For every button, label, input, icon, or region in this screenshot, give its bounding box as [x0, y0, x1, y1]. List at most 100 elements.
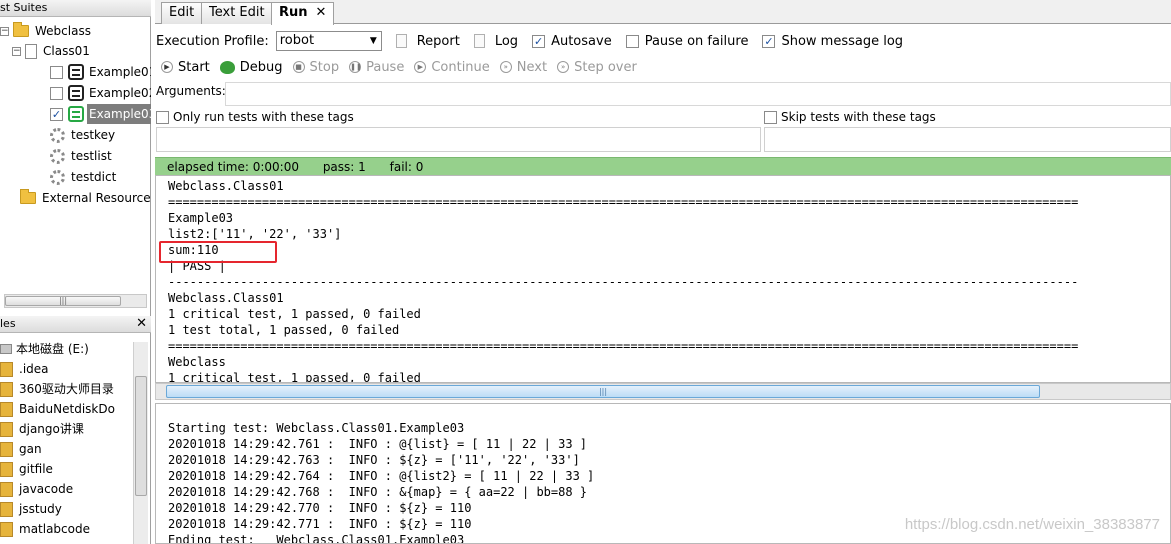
step-over-icon: »	[557, 61, 570, 73]
bug-icon	[219, 60, 235, 74]
robot-test-icon	[68, 85, 84, 101]
file-item-baidunetdisk[interactable]: BaiduNetdiskDo	[0, 399, 115, 419]
tree-node-testkey[interactable]: testkey	[50, 125, 117, 145]
log-icon	[473, 34, 485, 48]
fail-count: fail: 0	[389, 160, 424, 174]
files-vertical-scrollbar[interactable]	[133, 342, 148, 544]
files-header: les ✕	[0, 316, 151, 333]
tree-node-webclass[interactable]: − Webclass	[0, 21, 93, 41]
tree-node-example02[interactable]: Example02	[50, 83, 151, 103]
exclude-tags-input[interactable]	[764, 127, 1171, 152]
file-item-matlabcode[interactable]: matlabcode	[0, 519, 90, 539]
file-browser: 本地磁盘 (E:) .idea 360驱动大师目录 BaiduNetdiskDo…	[0, 333, 151, 544]
tree-node-testlist[interactable]: testlist	[50, 146, 114, 166]
run-controls: ▶ Start Debug ■ Stop ❚❚ Pause ▶ Continue » Ne…	[155, 56, 1171, 78]
run-status-bar: elapsed time: 0:00:00 pass: 1 fail: 0	[155, 157, 1171, 175]
file-item-jsstudy[interactable]: jsstudy	[0, 499, 62, 519]
file-item-360[interactable]: 360驱动大师目录	[0, 379, 114, 399]
gear-icon	[50, 148, 65, 164]
drive-icon	[0, 344, 12, 354]
folder-icon	[13, 22, 29, 37]
tree-node-example03[interactable]: ✓ Example03	[50, 104, 151, 124]
step-over-button[interactable]: » Step over	[557, 60, 637, 75]
debug-button[interactable]: Debug	[219, 60, 283, 75]
file-item-idea[interactable]: .idea	[0, 359, 49, 379]
message-log-text: Starting test: Webclass.Class01.Example0…	[168, 421, 595, 544]
collapse-icon[interactable]: −	[0, 26, 9, 36]
file-item-javacode[interactable]: javacode	[0, 479, 73, 499]
file-item-django[interactable]: django讲课	[0, 419, 84, 439]
next-icon: »	[499, 61, 512, 73]
tree-node-example01[interactable]: Example01	[50, 62, 151, 82]
close-icon[interactable]: ✕	[136, 316, 147, 331]
tree-node-external-resources[interactable]: External Resources	[20, 188, 151, 208]
tab-run[interactable]: Run ✕	[271, 2, 335, 25]
folder-icon	[0, 421, 13, 437]
tab-text-edit[interactable]: Text Edit	[201, 2, 273, 24]
execution-profile-select[interactable]: robot ▼	[275, 31, 382, 51]
scrollbar-thumb[interactable]	[135, 376, 147, 496]
continue-icon: ▶	[414, 61, 427, 73]
tab-edit[interactable]: Edit	[161, 2, 203, 24]
checkbox-unchecked[interactable]	[625, 34, 639, 48]
tab-bar: Edit Text Edit Run ✕	[155, 0, 1171, 25]
only-run-tags-checkbox[interactable]: Only run tests with these tags	[156, 109, 354, 125]
console-horizontal-scrollbar[interactable]: |||	[155, 383, 1171, 400]
stop-button[interactable]: ■ Stop	[292, 60, 339, 75]
include-tags-input[interactable]	[156, 127, 761, 152]
checkbox-unchecked[interactable]	[156, 110, 169, 124]
report-button[interactable]: Report	[395, 34, 460, 49]
play-icon: ▶	[161, 61, 173, 73]
execution-toolbar: Execution Profile: robot ▼ Report Log ✓ A…	[155, 28, 1171, 54]
checkbox-unchecked[interactable]	[764, 110, 777, 124]
example01-checkbox[interactable]	[50, 65, 63, 79]
ride-window: st Suites − Webclass − Class01 Example01	[0, 0, 1171, 544]
left-pane: st Suites − Webclass − Class01 Example01	[0, 0, 151, 544]
robot-test-passed-icon	[68, 106, 84, 122]
log-button[interactable]: Log	[473, 34, 518, 49]
message-log[interactable]: Starting test: Webclass.Class01.Example0…	[155, 403, 1171, 544]
gear-icon	[50, 127, 65, 143]
skip-tags-checkbox[interactable]: Skip tests with these tags	[764, 109, 936, 125]
stop-icon: ■	[292, 61, 305, 73]
report-icon	[395, 34, 407, 48]
console-output-text: Webclass.Class01 =======================…	[168, 179, 1079, 383]
scrollbar-thumb[interactable]: |||	[5, 296, 121, 306]
tree-node-testdict[interactable]: testdict	[50, 167, 118, 187]
pause-icon: ❚❚	[349, 61, 362, 73]
continue-button[interactable]: ▶ Continue	[414, 60, 490, 75]
collapse-icon[interactable]: −	[12, 46, 21, 56]
watermark: https://blog.csdn.net/weixin_38383877	[904, 516, 1160, 533]
folder-icon	[0, 521, 13, 537]
folder-icon	[0, 381, 13, 397]
scrollbar-thumb[interactable]: |||	[166, 385, 1040, 398]
robot-test-icon	[68, 64, 84, 80]
run-pane: Edit Text Edit Run ✕ Execution Profile: r…	[155, 0, 1171, 544]
autosave-checkbox[interactable]: ✓ Autosave	[532, 34, 612, 49]
show-message-log-checkbox[interactable]: ✓ Show message log	[762, 34, 903, 49]
example02-checkbox[interactable]	[50, 86, 63, 100]
folder-icon	[0, 441, 13, 457]
file-icon	[25, 43, 37, 59]
tree-node-class01[interactable]: − Class01	[12, 41, 92, 61]
arguments-input[interactable]	[225, 82, 1171, 106]
folder-icon	[0, 501, 13, 517]
highlight-box	[159, 241, 277, 263]
folder-icon	[20, 189, 36, 204]
checkbox-checked[interactable]: ✓	[532, 34, 546, 48]
next-button[interactable]: » Next	[499, 60, 547, 75]
file-item-gan[interactable]: gan	[0, 439, 42, 459]
example03-checkbox[interactable]: ✓	[50, 107, 63, 121]
tree-horizontal-scrollbar[interactable]: |||	[4, 294, 147, 308]
file-item-gitfile[interactable]: gitfile	[0, 459, 53, 479]
file-item-drive-e[interactable]: 本地磁盘 (E:)	[0, 339, 89, 359]
pause-button[interactable]: ❚❚ Pause	[349, 60, 404, 75]
start-button[interactable]: ▶ Start	[161, 60, 210, 75]
close-tab-icon[interactable]: ✕	[316, 5, 327, 20]
dropdown-arrow-icon: ▼	[369, 36, 377, 46]
console-output[interactable]: Webclass.Class01 =======================…	[155, 175, 1171, 383]
elapsed-time: elapsed time: 0:00:00	[167, 160, 299, 174]
folder-icon	[0, 361, 13, 377]
checkbox-checked[interactable]: ✓	[762, 34, 776, 48]
pause-on-failure-checkbox[interactable]: Pause on failure	[625, 34, 748, 49]
